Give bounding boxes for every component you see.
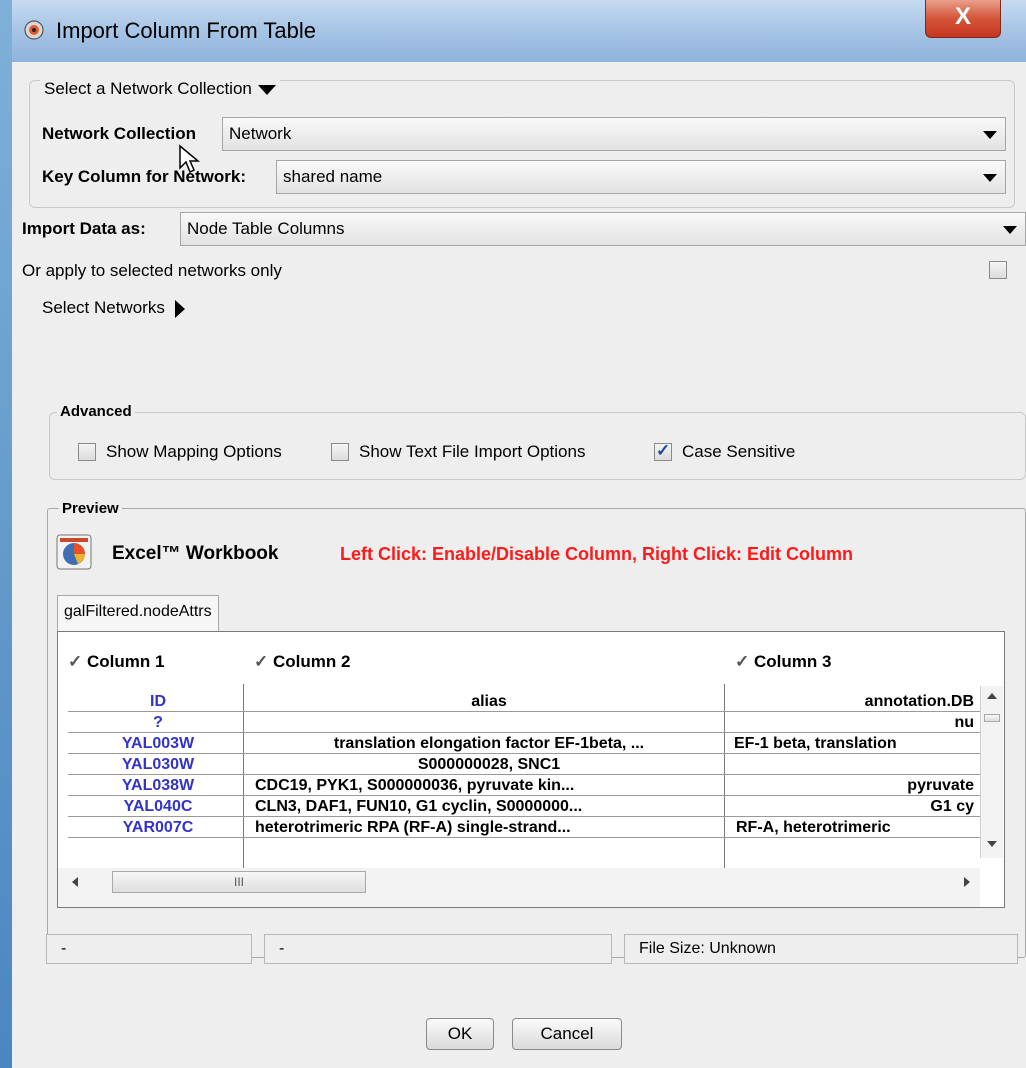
column-3-title: Column 3 — [753, 652, 832, 671]
file-size-status: File Size: Unknown — [624, 934, 1018, 964]
apply-selected-networks-checkbox[interactable] — [989, 261, 1007, 279]
case-sensitive-label: Case Sensitive — [682, 442, 796, 461]
table-cell: YAL038W — [121, 777, 195, 794]
network-collection-select[interactable]: Network — [222, 117, 1006, 151]
app-icon — [24, 20, 44, 40]
expand-down-icon — [257, 84, 276, 95]
tab-label: galFiltered.nodeAttrs — [64, 603, 212, 620]
status-field-1: - — [46, 934, 252, 964]
show-mapping-options-checkbox[interactable] — [78, 443, 96, 461]
key-column-label: Key Column for Network: — [42, 167, 247, 186]
source-type-label: Excel™ Workbook — [112, 543, 279, 564]
table-cell: nu — [954, 714, 974, 731]
column-3-header[interactable]: ✓ Column 3 — [735, 652, 831, 672]
horizontal-scroll-thumb[interactable]: III — [112, 871, 366, 893]
table-cell: heterotrimeric RPA (RF-A) single-strand.… — [255, 819, 571, 836]
preview-table: ✓ Column 1 ✓ Column 2 ✓ Column 3 ID alia… — [57, 631, 1005, 908]
column-1-title: Column 1 — [86, 652, 165, 671]
tab-galfiltered-nodeattrs[interactable]: galFiltered.nodeAttrs — [57, 595, 219, 631]
show-mapping-options-label: Show Mapping Options — [106, 442, 282, 461]
column-2-header[interactable]: ✓ Column 2 — [254, 652, 350, 672]
apply-selected-networks-label: Or apply to selected networks only — [22, 261, 282, 280]
network-collection-label: Network Collection — [42, 124, 196, 143]
dialog-body: Select a Network Collection Network Coll… — [12, 62, 1026, 1068]
row-divider — [68, 711, 980, 712]
table-cell: YAL040C — [123, 798, 193, 815]
import-column-dialog: Import Column From Table X Select a Netw… — [0, 0, 1026, 1068]
row-divider — [68, 816, 980, 817]
select-network-collection-label: Select a Network Collection — [44, 79, 252, 98]
background-window-edge — [0, 0, 12, 1068]
table-cell: G1 cy — [930, 798, 974, 815]
show-text-file-import-options-checkbox[interactable] — [331, 443, 349, 461]
check-icon: ✓ — [254, 652, 269, 671]
network-collection-value: Network — [229, 124, 292, 143]
column-1-header[interactable]: ✓ Column 1 — [68, 652, 164, 672]
preview-title: Preview — [59, 500, 122, 517]
key-column-value: shared name — [283, 167, 383, 186]
table-cell: S000000028, SNC1 — [417, 756, 561, 773]
row-divider — [68, 753, 980, 754]
table-cell: translation elongation factor EF-1beta, … — [333, 735, 645, 752]
row-divider — [68, 732, 980, 733]
key-column-select[interactable]: shared name — [276, 160, 1006, 194]
import-data-as-label: Import Data as: — [22, 219, 146, 238]
check-icon: ✓ — [68, 652, 83, 671]
status-field-2: - — [264, 934, 612, 964]
table-cell: pyruvate — [907, 777, 974, 794]
field-name-alias: alias — [471, 693, 507, 710]
case-sensitive-checkbox[interactable] — [654, 441, 672, 461]
table-cell — [249, 713, 729, 732]
field-name-id: ID — [150, 693, 166, 710]
close-button[interactable]: X — [925, 0, 1001, 38]
table-cell: CLN3, DAF1, FUN10, G1 cyclin, S0000000..… — [255, 798, 583, 815]
table-cell: YAL003W — [121, 735, 195, 752]
table-cell: YAR007C — [122, 819, 194, 836]
scroll-left-icon[interactable] — [72, 877, 78, 887]
excel-workbook-icon — [56, 534, 92, 570]
check-icon: ✓ — [735, 652, 750, 671]
table-cell: CDC19, PYK1, S000000036, pyruvate kin... — [255, 777, 575, 794]
cancel-button[interactable]: Cancel — [512, 1018, 622, 1050]
table-cell: YAL030W — [121, 756, 195, 773]
table-cell: RF-A, heterotrimeric — [736, 819, 891, 836]
select-networks-label: Select Networks — [42, 298, 165, 317]
vertical-scroll-thumb[interactable] — [984, 714, 1000, 722]
scroll-down-icon[interactable] — [987, 841, 997, 847]
table-cell: EF-1 beta, translation — [734, 735, 897, 752]
show-text-file-import-options-label: Show Text File Import Options — [359, 442, 586, 461]
field-name-annotation-db: annotation.DB — [864, 693, 974, 710]
scroll-grip: III — [233, 875, 244, 889]
horizontal-scrollbar[interactable]: III — [58, 868, 980, 907]
ok-button[interactable]: OK — [426, 1018, 494, 1050]
import-data-as-select[interactable]: Node Table Columns — [180, 212, 1026, 246]
chevron-down-icon — [983, 131, 997, 139]
preview-hint: Left Click: Enable/Disable Column, Right… — [340, 544, 854, 564]
scroll-up-icon[interactable] — [987, 693, 997, 699]
advanced-title: Advanced — [57, 403, 135, 420]
window-title: Import Column From Table — [56, 18, 317, 43]
chevron-down-icon — [983, 174, 997, 182]
select-network-collection-toggle[interactable]: Select a Network Collection — [40, 79, 280, 99]
import-data-as-value: Node Table Columns — [187, 219, 345, 238]
title-bar[interactable]: Import Column From Table — [12, 0, 1026, 62]
row-divider — [68, 795, 980, 796]
expand-right-icon — [174, 299, 185, 318]
row-divider — [68, 774, 980, 775]
table-cell — [730, 755, 978, 774]
vertical-scrollbar[interactable] — [980, 686, 1003, 858]
scroll-right-icon[interactable] — [964, 877, 970, 887]
row-divider — [68, 837, 980, 838]
chevron-down-icon — [1003, 226, 1017, 234]
select-networks-toggle[interactable]: Select Networks — [42, 298, 185, 318]
table-cell: ? — [153, 714, 163, 731]
column-2-title: Column 2 — [272, 652, 351, 671]
